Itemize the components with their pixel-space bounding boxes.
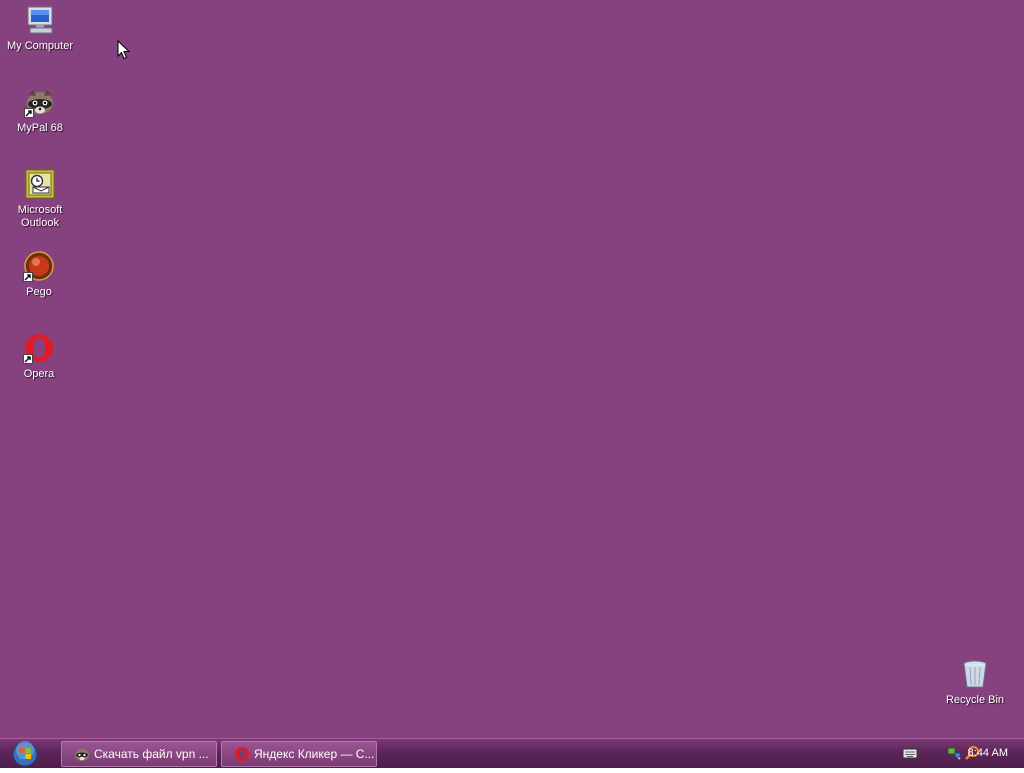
network-icon[interactable] — [946, 745, 962, 766]
mouse-pointer-icon — [117, 39, 131, 65]
desktop-icon-outlook[interactable]: Microsoft Outlook — [1, 168, 79, 230]
taskbar-clock[interactable]: 8:44 AM — [968, 739, 1008, 768]
taskbar-button-opera[interactable]: Яндекс Кликер — С... — [221, 741, 377, 767]
mypal-raccoon-icon — [24, 86, 56, 118]
system-tray: 8:44 AM — [874, 739, 1024, 768]
outlook-icon — [24, 168, 56, 200]
desktop-icon-label: Microsoft Outlook — [17, 204, 63, 229]
keyboard-icon[interactable] — [902, 745, 918, 766]
taskbar-button-label: Скачать файл vpn ... — [94, 747, 209, 761]
desktop-icon-pego[interactable]: Pego — [0, 250, 78, 299]
desktop-icon-mypal[interactable]: MyPal 68 — [1, 86, 79, 135]
shortcut-arrow-icon — [23, 272, 33, 282]
pego-icon — [23, 250, 55, 282]
desktop-icon-label: Opera — [23, 368, 55, 380]
shortcut-arrow-icon — [23, 354, 33, 364]
desktop-icon-my-computer[interactable]: My Computer — [1, 4, 79, 53]
shortcut-arrow-icon — [24, 108, 34, 118]
taskbar: Скачать файл vpn ... Яндекс Кликер — С..… — [0, 738, 1024, 768]
taskbar-button-label: Яндекс Кликер — С... — [254, 747, 375, 761]
desktop-icon-label: My Computer — [6, 40, 74, 52]
mypal-raccoon-icon — [74, 746, 90, 762]
taskbar-button-mypal[interactable]: Скачать файл vpn ... — [61, 741, 217, 767]
desktop-icon-recycle-bin[interactable]: Recycle Bin — [936, 658, 1014, 707]
opera-icon — [23, 332, 55, 364]
desktop[interactable]: My Computer MyPal 68 Microsoft Outlook P… — [0, 0, 1024, 738]
desktop-icon-label: Pego — [26, 286, 52, 298]
opera-icon — [234, 746, 250, 762]
windows-start-orb-icon[interactable] — [8, 740, 42, 768]
desktop-icon-opera[interactable]: Opera — [0, 332, 78, 381]
desktop-icon-label: Recycle Bin — [945, 694, 1005, 706]
desktop-icon-label: MyPal 68 — [17, 122, 63, 134]
my-computer-icon — [24, 4, 56, 36]
recycle-bin-icon — [959, 658, 991, 690]
